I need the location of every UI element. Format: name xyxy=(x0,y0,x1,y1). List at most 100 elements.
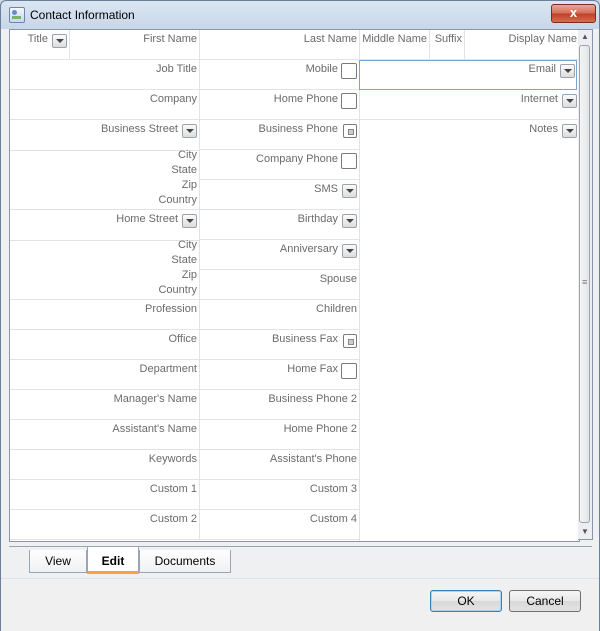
business-city-label: City xyxy=(178,149,197,161)
sms-field[interactable]: SMS xyxy=(199,180,359,210)
notes-dropdown-button[interactable] xyxy=(562,124,577,138)
department-field[interactable]: Department xyxy=(10,360,199,390)
spouse-field[interactable]: Spouse xyxy=(199,270,359,300)
display-name-field[interactable]: Display Name xyxy=(464,30,579,60)
close-button[interactable]: x xyxy=(551,4,596,23)
business-state-label: State xyxy=(171,164,197,176)
company-phone-checkbox[interactable] xyxy=(341,153,357,169)
birthday-dropdown-button[interactable] xyxy=(342,214,357,228)
display-name-label: Display Name xyxy=(508,33,577,45)
window-title: Contact Information xyxy=(30,8,135,22)
contact-information-window: Contact Information x Title First Name L… xyxy=(0,0,600,631)
scroll-thumb[interactable]: ≡ xyxy=(579,45,590,523)
notes-label: Notes xyxy=(529,123,558,135)
home-phone-2-label: Home Phone 2 xyxy=(283,423,357,435)
scroll-up-arrow-icon[interactable]: ▲ xyxy=(578,30,592,44)
business-country-label: Country xyxy=(158,194,197,206)
custom2-field[interactable]: Custom 2 xyxy=(10,510,199,540)
middle-name-field[interactable]: Middle Name xyxy=(359,30,429,60)
last-name-label: Last Name xyxy=(303,33,357,45)
internet-field[interactable]: Internet xyxy=(359,90,579,120)
contact-card-icon xyxy=(9,7,25,23)
title-field[interactable]: Title xyxy=(10,30,70,60)
cancel-button[interactable]: Cancel xyxy=(509,590,581,612)
profession-field[interactable]: Profession xyxy=(10,300,199,330)
custom3-label: Custom 3 xyxy=(309,483,357,495)
home-phone-checkbox[interactable] xyxy=(341,93,357,109)
assistants-phone-field[interactable]: Assistant's Phone xyxy=(199,450,359,480)
business-phone-label: Business Phone xyxy=(258,123,339,135)
grip-icon: ≡ xyxy=(582,277,588,287)
middle-name-label: Middle Name xyxy=(362,33,427,45)
anniversary-dropdown-button[interactable] xyxy=(342,244,357,258)
email-field[interactable]: Email xyxy=(359,60,577,90)
home-phone-field[interactable]: Home Phone xyxy=(199,90,359,120)
home-street-dropdown-button[interactable] xyxy=(182,214,197,228)
last-name-field[interactable]: Last Name xyxy=(199,30,359,60)
first-name-field[interactable]: First Name xyxy=(70,30,199,60)
spouse-label: Spouse xyxy=(319,273,357,285)
close-icon: x xyxy=(569,5,578,20)
vertical-scrollbar[interactable]: ▲ ≡ ▼ xyxy=(578,29,593,540)
business-fax-label: Business Fax xyxy=(271,333,338,345)
mobile-field[interactable]: Mobile xyxy=(199,60,359,90)
job-title-label: Job Title xyxy=(156,63,197,75)
custom1-label: Custom 1 xyxy=(149,483,197,495)
managers-name-field[interactable]: Manager's Name xyxy=(10,390,199,420)
birthday-label: Birthday xyxy=(297,213,338,225)
title-dropdown-button[interactable] xyxy=(52,34,67,48)
custom3-field[interactable]: Custom 3 xyxy=(199,480,359,510)
suffix-field[interactable]: Suffix xyxy=(429,30,464,60)
business-fax-field[interactable]: Business Fax xyxy=(199,330,359,360)
home-state-label: State xyxy=(171,254,197,266)
custom4-field[interactable]: Custom 4 xyxy=(199,510,359,540)
home-fax-checkbox[interactable] xyxy=(341,363,357,379)
home-phone-2-field[interactable]: Home Phone 2 xyxy=(199,420,359,450)
business-phone-field[interactable]: Business Phone xyxy=(199,120,359,150)
business-phone-checkbox[interactable] xyxy=(343,124,357,138)
company-phone-field[interactable]: Company Phone xyxy=(199,150,359,180)
tab-strip: View Edit Documents xyxy=(9,541,594,577)
birthday-field[interactable]: Birthday xyxy=(199,210,359,240)
divider xyxy=(10,150,199,151)
custom1-field[interactable]: Custom 1 xyxy=(10,480,199,510)
profession-label: Profession xyxy=(145,303,197,315)
anniversary-label: Anniversary xyxy=(279,243,338,255)
tab-view[interactable]: View xyxy=(29,550,87,573)
notes-field[interactable]: Notes xyxy=(359,120,579,541)
mobile-checkbox[interactable] xyxy=(341,63,357,79)
tab-edit[interactable]: Edit xyxy=(87,547,139,574)
home-address-field[interactable]: Home Street City State Zip Country xyxy=(10,210,199,300)
email-label: Email xyxy=(528,63,556,75)
custom4-label: Custom 4 xyxy=(309,513,357,525)
contact-fields-grid: Title First Name Last Name Middle Name S… xyxy=(9,29,580,542)
suffix-label: Suffix xyxy=(434,33,462,45)
sms-dropdown-button[interactable] xyxy=(342,184,357,198)
keywords-field[interactable]: Keywords xyxy=(10,450,199,480)
ok-button[interactable]: OK xyxy=(430,590,502,612)
anniversary-field[interactable]: Anniversary xyxy=(199,240,359,270)
business-address-field[interactable]: Business Street City State Zip Country xyxy=(10,120,199,210)
business-zip-label: Zip xyxy=(181,179,197,191)
internet-dropdown-button[interactable] xyxy=(562,94,577,108)
home-country-label: Country xyxy=(158,284,197,296)
internet-label: Internet xyxy=(520,93,558,105)
home-fax-field[interactable]: Home Fax xyxy=(199,360,359,390)
title-bar: Contact Information x xyxy=(1,1,599,29)
job-title-field[interactable]: Job Title xyxy=(10,60,199,90)
business-street-dropdown-button[interactable] xyxy=(182,124,197,138)
scroll-down-arrow-icon[interactable]: ▼ xyxy=(578,525,592,539)
office-field[interactable]: Office xyxy=(10,330,199,360)
company-field[interactable]: Company xyxy=(10,90,199,120)
managers-name-label: Manager's Name xyxy=(113,393,197,405)
keywords-label: Keywords xyxy=(148,453,197,465)
business-fax-checkbox[interactable] xyxy=(343,334,357,348)
children-field[interactable]: Children xyxy=(199,300,359,330)
tab-documents[interactable]: Documents xyxy=(139,550,231,573)
divider xyxy=(10,240,199,241)
assistants-name-label: Assistant's Name xyxy=(112,423,197,435)
business-phone-2-field[interactable]: Business Phone 2 xyxy=(199,390,359,420)
assistants-phone-label: Assistant's Phone xyxy=(269,453,357,465)
email-dropdown-button[interactable] xyxy=(560,64,575,78)
assistants-name-field[interactable]: Assistant's Name xyxy=(10,420,199,450)
